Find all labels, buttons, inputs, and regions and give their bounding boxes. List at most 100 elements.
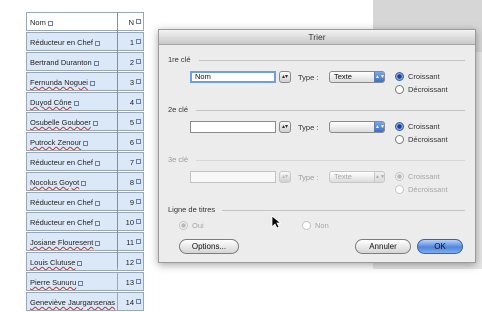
cell-marker-icon <box>136 179 141 184</box>
key2-field-stepper[interactable]: ▴▾ <box>279 121 291 133</box>
cell-name[interactable]: Bertrand Duranton <box>26 52 117 71</box>
cell-marker-icon <box>95 241 101 246</box>
cell-number[interactable]: 10 <box>117 212 144 231</box>
key2-type-select[interactable]: ▲▼ <box>329 121 385 133</box>
cell-marker-icon <box>81 181 87 186</box>
cell-name[interactable]: Réducteur en Chef <box>26 212 117 231</box>
cell-marker-icon <box>136 219 141 224</box>
cell-number[interactable]: 1 <box>117 32 144 51</box>
key3-descending-label: Décroissant <box>408 185 448 194</box>
title-row-yes-radio[interactable] <box>179 221 188 230</box>
header-cell-num[interactable]: N <box>117 12 144 31</box>
key1-ascending-radio[interactable] <box>395 72 404 81</box>
table-row: Bertrand Duranton 2 <box>26 52 144 72</box>
header-cell-name[interactable]: Nom <box>26 12 117 31</box>
title-row-divider <box>222 210 465 211</box>
cell-marker-icon <box>136 139 141 144</box>
key3-section-label: 3e clé <box>168 155 189 164</box>
cell-name[interactable]: Réducteur en Chef <box>26 192 117 211</box>
options-button[interactable]: Options... <box>179 239 239 254</box>
cell-marker-icon <box>94 221 100 226</box>
cell-name[interactable]: Réducteur en Chef <box>26 152 117 171</box>
cell-number[interactable]: 8 <box>117 172 144 191</box>
key2-descending-label: Décroissant <box>408 135 448 144</box>
key3-type-label: Type : <box>298 173 319 182</box>
key1-type-select[interactable]: Texte ▲▼ <box>329 71 385 83</box>
key1-ascending-label: Croissant <box>408 72 440 81</box>
key3-field-input[interactable] <box>190 171 276 183</box>
cell-name[interactable]: Duyod Cône <box>26 92 117 111</box>
key2-ascending-radio[interactable] <box>395 122 404 131</box>
table-header-row: Nom N <box>26 12 144 32</box>
cell-number[interactable]: 9 <box>117 192 144 211</box>
table-row: Osubelle Gouboer 5 <box>26 112 144 132</box>
cell-marker-icon <box>136 99 141 104</box>
cell-number[interactable]: 3 <box>117 72 144 91</box>
cell-name[interactable]: Josiane Flouresent <box>26 232 117 251</box>
cell-name[interactable]: Nocolus Goyot <box>26 172 117 191</box>
cell-number[interactable]: 2 <box>117 52 144 71</box>
key3-field-stepper[interactable]: ▴▾ <box>279 171 291 183</box>
cell-number[interactable]: 13 <box>117 272 144 291</box>
table-row: Réducteur en Chef 1 <box>26 32 144 52</box>
cell-number[interactable]: 6 <box>117 132 144 151</box>
chevron-updown-icon: ▲▼ <box>374 122 385 132</box>
cell-name[interactable]: Osubelle Gouboer <box>26 112 117 131</box>
cell-name[interactable]: Louis Clutuse <box>26 252 117 271</box>
cell-name[interactable]: Réducteur en Chef <box>26 32 117 51</box>
key1-section-label: 1re clé <box>168 55 191 64</box>
key1-field-input[interactable]: Nom <box>190 71 276 83</box>
key3-type-select[interactable]: Texte ▲▼ <box>329 171 385 183</box>
table-row: Réducteur en Chef 9 <box>26 192 144 212</box>
cell-marker-icon <box>136 119 141 124</box>
cell-number[interactable]: 7 <box>117 152 144 171</box>
key1-field-stepper[interactable]: ▴▾ <box>279 71 291 83</box>
table-row: Duyod Cône 4 <box>26 92 144 112</box>
cell-marker-icon <box>136 59 141 64</box>
title-row-no-radio[interactable] <box>302 221 311 230</box>
cell-marker-icon <box>77 261 83 266</box>
cell-number[interactable]: 14 <box>117 292 144 311</box>
table-row: Putrock Zenour 6 <box>26 132 144 152</box>
cell-name[interactable]: Putrock Zenour <box>26 132 117 151</box>
cell-number[interactable]: 4 <box>117 92 144 111</box>
chevron-updown-icon: ▲▼ <box>374 172 385 182</box>
cell-number[interactable]: 11 <box>117 232 144 251</box>
title-row-no-label: Non <box>315 221 329 230</box>
cell-marker-icon <box>136 239 141 244</box>
cell-marker-icon <box>73 101 79 106</box>
cell-marker-icon <box>92 121 98 126</box>
cell-marker-icon <box>136 259 141 264</box>
table-row: Josiane Flouresent 11 <box>26 232 144 252</box>
column-divider <box>117 12 118 267</box>
cell-name[interactable]: Geneviève Jaurgansenas <box>26 292 117 311</box>
table-row: Réducteur en Chef 7 <box>26 152 144 172</box>
key2-section-label: 2e clé <box>168 105 189 114</box>
key3-descending-radio[interactable] <box>395 185 404 194</box>
table-row: Réducteur en Chef 10 <box>26 212 144 232</box>
cancel-button[interactable]: Annuler <box>355 239 411 254</box>
table-row: Nocolus Goyot 8 <box>26 172 144 192</box>
cell-name[interactable]: Pierre Sunuru <box>26 272 117 291</box>
key1-type-label: Type : <box>298 73 319 82</box>
cell-marker-icon <box>136 279 141 284</box>
cell-marker-icon <box>93 61 99 66</box>
cell-marker-icon <box>94 161 100 166</box>
key2-ascending-label: Croissant <box>408 122 440 131</box>
table-row: Louis Clutuse 12 <box>26 252 144 272</box>
chevron-updown-icon: ▲▼ <box>374 72 385 82</box>
cell-number[interactable]: 5 <box>117 112 144 131</box>
cell-marker-icon <box>136 19 141 24</box>
cell-name[interactable]: Fernunda Noguei <box>26 72 117 91</box>
key1-divider <box>199 60 465 61</box>
key3-ascending-radio[interactable] <box>395 172 404 181</box>
table-row: Fernunda Noguei 3 <box>26 72 144 92</box>
ok-button[interactable]: OK <box>417 239 463 254</box>
cell-marker-icon <box>78 281 84 286</box>
key1-descending-radio[interactable] <box>395 85 404 94</box>
key2-field-input[interactable] <box>190 121 276 133</box>
cell-number[interactable]: 12 <box>117 252 144 271</box>
data-table: Nom N Réducteur en Chef 1 Bertrand Duranto… <box>26 12 144 312</box>
key2-descending-radio[interactable] <box>395 135 404 144</box>
table-row: Pierre Sunuru 13 <box>26 272 144 292</box>
